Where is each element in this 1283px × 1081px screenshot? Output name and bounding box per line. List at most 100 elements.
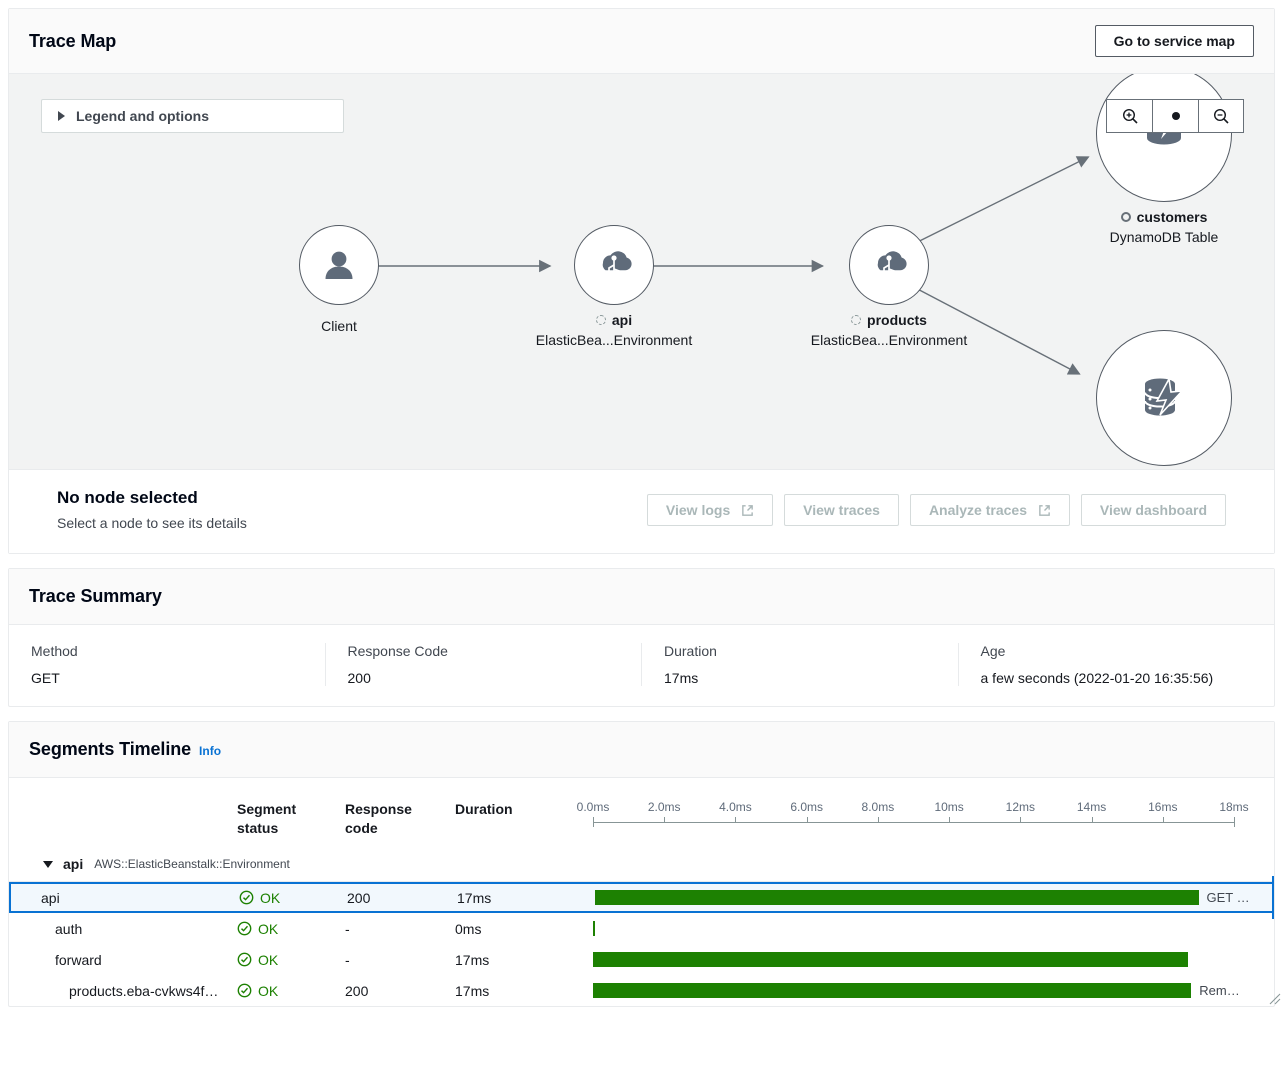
node-label: api	[612, 312, 632, 328]
status-label: OK	[260, 890, 280, 906]
segment-status-cell: OK	[239, 890, 347, 906]
summary-field-method: Method GET	[9, 643, 325, 686]
status-label: OK	[258, 952, 278, 968]
status-badge: OK	[239, 890, 347, 906]
segment-bar-track: GET …	[595, 882, 1234, 913]
segment-status-cell: OK	[237, 983, 345, 999]
axis-tick	[593, 817, 594, 827]
zoom-reset-button[interactable]	[1152, 99, 1198, 133]
segment-bar-cell	[593, 913, 1274, 944]
external-link-icon	[1038, 504, 1051, 517]
segment-name: products.eba-cvkws4f…	[9, 983, 237, 999]
node-circle	[1096, 74, 1232, 202]
trace-map-title: Trace Map	[29, 31, 116, 52]
segment-row[interactable]: apiOK20017msGET …	[9, 882, 1274, 913]
summary-field-response-code: Response Code 200	[325, 643, 642, 686]
node-label-row: customers	[1029, 209, 1274, 225]
axis-tick-label: 12ms	[1006, 800, 1035, 814]
field-label: Response Code	[348, 643, 620, 659]
segment-bar-cell: GET …	[595, 882, 1274, 913]
field-value: 17ms	[664, 670, 936, 686]
segment-bar-track	[593, 944, 1234, 975]
segment-rows: apiOK20017msGET …authOK-0msforwardOK-17m…	[9, 882, 1274, 1006]
axis-tick	[735, 817, 736, 823]
go-to-service-map-button[interactable]: Go to service map	[1095, 25, 1254, 57]
segment-bar-caption: Rem…	[1199, 983, 1239, 998]
segment-bar-track	[593, 913, 1234, 944]
axis-tick	[1234, 817, 1235, 827]
trace-map-header: Trace Map Go to service map	[9, 9, 1274, 74]
analyze-traces-button[interactable]: Analyze traces	[910, 494, 1070, 526]
no-node-selected-subtitle: Select a node to see its details	[57, 515, 247, 531]
view-dashboard-button[interactable]: View dashboard	[1081, 494, 1226, 526]
chevron-down-icon[interactable]	[43, 861, 53, 868]
axis-tick	[1163, 817, 1164, 823]
segment-bar-caption: GET …	[1207, 890, 1250, 905]
column-header-segment-status: Segmentstatus	[237, 800, 345, 840]
view-logs-label: View logs	[666, 502, 730, 518]
column-header-timeline-axis: 0.0ms2.0ms4.0ms6.0ms8.0ms10ms12ms14ms16m…	[593, 800, 1274, 840]
axis-tick-label: 18ms	[1219, 800, 1248, 814]
axis-tick-labels: 0.0ms2.0ms4.0ms6.0ms8.0ms10ms12ms14ms16m…	[593, 800, 1234, 818]
segment-row[interactable]: products.eba-cvkws4f…OK20017msRem…	[9, 975, 1274, 1006]
info-link[interactable]: Info	[199, 744, 221, 758]
map-node-api[interactable]: api ElasticBea...Environment	[494, 225, 734, 348]
node-subtitle: ElasticBea...Environment	[494, 332, 734, 348]
node-detail-text: No node selected Select a node to see it…	[57, 488, 247, 531]
segment-row[interactable]: authOK-0ms	[9, 913, 1274, 944]
segment-group-resource-type: AWS::ElasticBeanstalk::Environment	[94, 857, 290, 871]
node-label: products	[867, 312, 927, 328]
node-subtitle: ElasticBea...Environment	[769, 332, 1009, 348]
user-icon	[320, 246, 358, 284]
column-header-name	[9, 800, 237, 840]
segment-response-code: 200	[345, 983, 455, 999]
axis-tick-label: 10ms	[934, 800, 963, 814]
dot-icon	[1167, 107, 1185, 125]
field-label: Age	[981, 643, 1253, 659]
segment-duration-bar	[593, 983, 1191, 998]
health-status-dot-icon	[596, 315, 606, 325]
axis-line	[593, 822, 1234, 823]
map-node-dynamodb[interactable]	[1029, 330, 1274, 466]
map-node-client[interactable]: Client	[299, 225, 379, 334]
legend-and-options-toggle[interactable]: Legend and options	[41, 99, 344, 133]
summary-field-duration: Duration 17ms	[641, 643, 958, 686]
axis-tick-label: 2.0ms	[648, 800, 681, 814]
zoom-out-button[interactable]	[1198, 99, 1244, 133]
segment-group-row[interactable]: api AWS::ElasticBeanstalk::Environment	[9, 848, 1274, 882]
view-traces-button[interactable]: View traces	[784, 494, 899, 526]
axis-tick	[949, 817, 950, 823]
segment-row[interactable]: forwardOK-17ms	[9, 944, 1274, 975]
segments-timeline-panel: Segments Timeline Info Segmentstatus Res…	[8, 721, 1275, 1007]
summary-field-age: Age a few seconds (2022-01-20 16:35:56)	[958, 643, 1275, 686]
field-label: Method	[31, 643, 303, 659]
trace-summary-grid: Method GET Response Code 200 Duration 17…	[9, 625, 1274, 706]
magnifier-minus-icon	[1212, 107, 1230, 125]
axis-tick-label: 4.0ms	[719, 800, 752, 814]
node-label-row: api	[494, 312, 734, 328]
segment-duration: 17ms	[457, 890, 595, 906]
map-zoom-controls	[1106, 99, 1244, 133]
check-circle-icon	[237, 983, 252, 998]
view-logs-button[interactable]: View logs	[647, 494, 773, 526]
check-circle-icon	[237, 952, 252, 967]
dynamodb-icon	[1133, 367, 1195, 429]
segments-timeline-body: Segmentstatus Responsecode Duration 0.0m…	[9, 778, 1274, 1006]
zoom-in-button[interactable]	[1106, 99, 1152, 133]
elastic-beanstalk-icon	[867, 243, 911, 287]
check-circle-icon	[239, 890, 254, 905]
field-label: Duration	[664, 643, 936, 659]
external-link-icon	[741, 504, 754, 517]
axis-tick-label: 16ms	[1148, 800, 1177, 814]
segment-group-name: api	[63, 856, 83, 872]
map-node-products[interactable]: products ElasticBea...Environment	[769, 225, 1009, 348]
field-value: a few seconds (2022-01-20 16:35:56)	[981, 670, 1253, 686]
timeline-axis: 0.0ms2.0ms4.0ms6.0ms8.0ms10ms12ms14ms16m…	[593, 800, 1234, 840]
trace-map-canvas[interactable]: Legend and options	[9, 74, 1274, 469]
status-badge: OK	[237, 952, 345, 968]
elastic-beanstalk-icon	[592, 243, 636, 287]
segment-duration-bar	[593, 952, 1188, 967]
column-header-duration: Duration	[455, 800, 593, 840]
chevron-right-icon	[58, 111, 65, 121]
trace-summary-title: Trace Summary	[29, 586, 162, 607]
